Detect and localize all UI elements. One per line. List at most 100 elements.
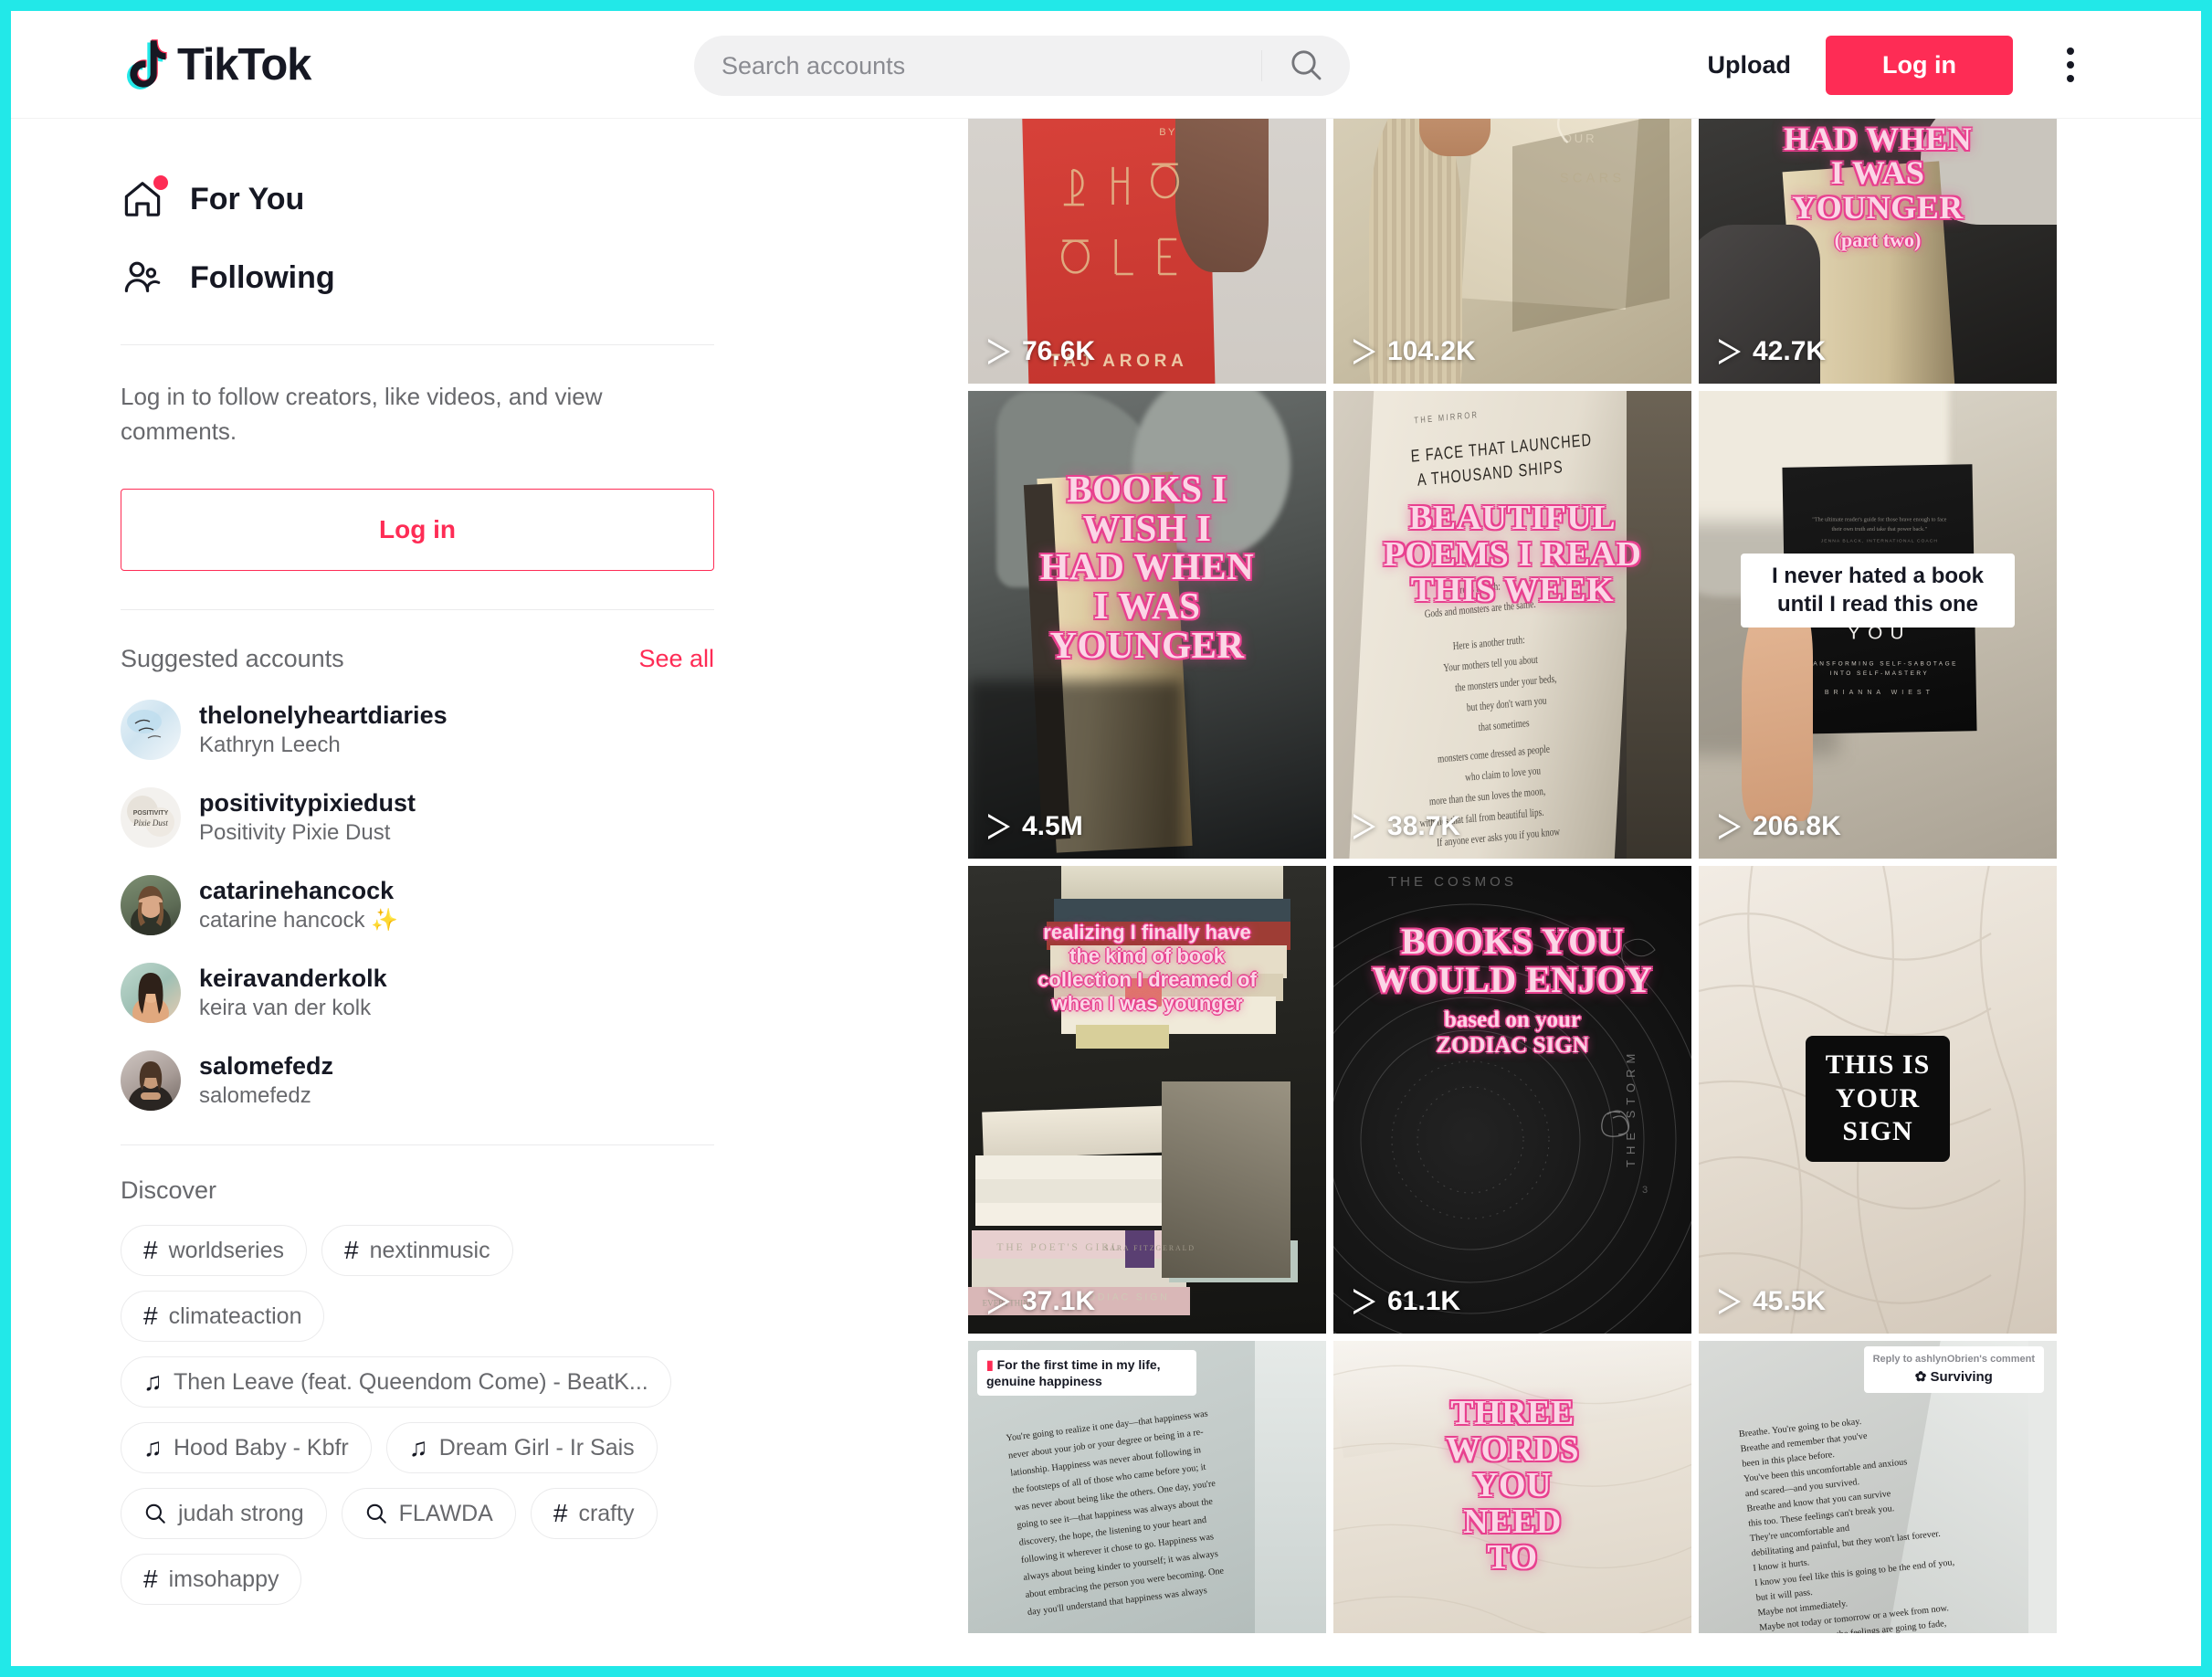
view-count: 45.5K xyxy=(1719,1286,1826,1317)
video-card[interactable]: THE COSMOS THE STORM 3 BOOKS YOU WOULD E… xyxy=(1333,866,1691,1334)
kebab-menu-icon[interactable] xyxy=(2040,35,2101,95)
video-thumbnail xyxy=(1333,1341,1691,1633)
avatar xyxy=(121,700,181,761)
sidebar-login-button[interactable]: Log in xyxy=(121,489,714,572)
header-login-button[interactable]: Log in xyxy=(1826,35,2013,95)
video-thumbnail: THE MIRROR E FACE THAT LAUNCHED A THOUSA… xyxy=(1333,391,1691,859)
chip-label: imsohappy xyxy=(168,1566,279,1592)
chip-hashtag[interactable]: # crafty xyxy=(530,1488,658,1540)
list-item[interactable]: POSITIVITY Pixie Dust positivitypixiedus… xyxy=(121,774,968,861)
chip-music[interactable]: ♫ Hood Baby - Kbfr xyxy=(121,1422,372,1474)
play-icon xyxy=(1354,339,1375,364)
video-thumbnail: "The ultimate reader's guide for those b… xyxy=(1699,391,2057,859)
view-count: 206.8K xyxy=(1719,811,1841,842)
account-username: keiravanderkolk xyxy=(199,965,387,993)
chip-hashtag[interactable]: # climateaction xyxy=(121,1291,325,1343)
video-card[interactable]: Breathe. You're going to be okay. Breath… xyxy=(1699,1341,2057,1633)
svg-text:monsters come dressed as peopl: monsters come dressed as people xyxy=(1438,743,1551,765)
avatar xyxy=(121,875,181,936)
video-card[interactable]: HAD WHEN I WAS YOUNGER (part two) 42.7K xyxy=(1699,119,2057,384)
suggested-accounts-header: Suggested accounts See all xyxy=(121,645,714,673)
svg-text:JENNA BLACK, INTERNATIONAL COA: JENNA BLACK, INTERNATIONAL COACH xyxy=(1821,538,1938,543)
video-card[interactable]: THE MIRROR E FACE THAT LAUNCHED A THOUSA… xyxy=(1333,391,1691,859)
video-thumbnail xyxy=(968,391,1326,859)
play-icon xyxy=(1354,1289,1375,1314)
sidebar-item-for-you[interactable]: For You xyxy=(121,160,968,238)
video-card[interactable]: THIS IS YOUR SIGN 45.5K xyxy=(1699,866,2057,1334)
view-count-label: 104.2K xyxy=(1387,336,1476,366)
chip-label: Dream Girl - Ir Sais xyxy=(438,1434,635,1461)
tiktok-wordmark: TikTok xyxy=(177,39,311,90)
chip-search[interactable]: judah strong xyxy=(121,1488,327,1540)
svg-text:THE COSMOS: THE COSMOS xyxy=(1388,874,1517,890)
view-count: 61.1K xyxy=(1354,1286,1460,1317)
video-card[interactable]: "The ultimate reader's guide for those b… xyxy=(1699,391,2057,859)
play-icon xyxy=(1719,339,1741,364)
chip-music[interactable]: ♫ Then Leave (feat. Queendom Come) - Bea… xyxy=(121,1356,671,1408)
video-thumbnail: Breathe. You're going to be okay. Breath… xyxy=(1699,1341,2057,1633)
play-icon xyxy=(988,339,1010,364)
chip-hashtag[interactable]: # imsohappy xyxy=(121,1554,302,1606)
account-display-name: keira van der kolk xyxy=(199,996,372,1021)
watermark-side: THE STORM xyxy=(1624,1049,1638,1167)
suggested-accounts-title: Suggested accounts xyxy=(121,645,344,673)
svg-text:I know it hurts.: I know it hurts. xyxy=(1753,1558,1810,1574)
view-count-label: 45.5K xyxy=(1753,1286,1827,1316)
list-item[interactable]: salomefedz salomefedz xyxy=(121,1037,968,1124)
svg-text:that sometimes: that sometimes xyxy=(1479,717,1530,734)
account-display-name: catarine hancock ✨ xyxy=(199,908,398,933)
svg-text:THE POET'S GIRL: THE POET'S GIRL xyxy=(996,1241,1120,1253)
chip-music[interactable]: ♫ Dream Girl - Ir Sais xyxy=(385,1422,658,1474)
view-count-label: 4.5M xyxy=(1022,811,1083,841)
chip-hashtag[interactable]: # worldseries xyxy=(121,1225,308,1277)
tiktok-note-icon xyxy=(121,37,172,92)
view-count-label: 38.7K xyxy=(1387,811,1461,841)
play-icon xyxy=(988,814,1010,839)
sidebar-item-following[interactable]: Following xyxy=(121,238,968,317)
video-card[interactable]: You're going to realize it one day—that … xyxy=(968,1341,1326,1633)
list-item[interactable]: catarinehancock catarine hancock ✨ xyxy=(121,861,968,949)
notification-badge xyxy=(153,175,168,190)
sidebar-divider-3 xyxy=(121,1144,714,1146)
app-frame: TikTok Upload Log in xyxy=(11,11,2201,1666)
see-all-link[interactable]: See all xyxy=(638,645,714,673)
list-item[interactable]: keiravanderkolk keira van der kolk xyxy=(121,949,968,1037)
avatar xyxy=(121,963,181,1024)
video-card[interactable]: THE POET'S GIRL SARA FITZGERALD ZODIAC S… xyxy=(968,866,1326,1334)
video-card[interactable]: BY TAJ ARORA 76.6K xyxy=(968,119,1326,384)
svg-text:POSITIVITY: POSITIVITY xyxy=(133,810,169,817)
svg-text:INTO SELF-MASTERY: INTO SELF-MASTERY xyxy=(1830,670,1930,677)
chip-label: judah strong xyxy=(178,1500,304,1526)
svg-text:Your mothers tell you about: Your mothers tell you about xyxy=(1443,653,1538,674)
chip-search[interactable]: FLAWDA xyxy=(341,1488,516,1540)
list-item[interactable]: thelonelyheartdiaries Kathryn Leech xyxy=(121,686,968,774)
view-count: 104.2K xyxy=(1354,336,1476,367)
video-card[interactable]: THREE WORDS YOU NEED TO xyxy=(1333,1341,1691,1633)
svg-text:3: 3 xyxy=(1642,1185,1648,1196)
discover-title: Discover xyxy=(121,1176,217,1205)
video-card[interactable]: IN OUR SCARS 104.2K xyxy=(1333,119,1691,384)
hashtag-icon: # xyxy=(143,1302,158,1331)
account-username: positivitypixiedust xyxy=(199,789,416,817)
view-count: 4.5M xyxy=(988,811,1083,842)
view-count: 76.6K xyxy=(988,336,1095,367)
account-display-name: Kathryn Leech xyxy=(199,733,341,758)
view-count: 38.7K xyxy=(1354,811,1460,842)
chip-hashtag[interactable]: # nextinmusic xyxy=(321,1225,513,1277)
tiktok-logo[interactable]: TikTok xyxy=(121,37,311,92)
app-body: For You Following Log in to follow creat… xyxy=(11,119,2201,1665)
search-icon xyxy=(1288,47,1324,86)
upload-button[interactable]: Upload xyxy=(1682,51,1817,79)
view-count-label: 76.6K xyxy=(1022,336,1096,366)
search-input[interactable] xyxy=(694,51,1261,80)
play-icon xyxy=(988,1289,1010,1314)
chip-label: Hood Baby - Kbfr xyxy=(174,1434,349,1461)
login-prompt-text: Log in to follow creators, like videos, … xyxy=(121,383,603,445)
video-card[interactable]: BOOKS I WISH I HAD WHEN I WAS YOUNGER 4.… xyxy=(968,391,1326,859)
chip-label: climateaction xyxy=(168,1303,302,1329)
suggested-accounts-list: thelonelyheartdiaries Kathryn Leech POSI… xyxy=(121,686,968,1124)
search-button[interactable] xyxy=(1262,36,1350,96)
search-bar[interactable] xyxy=(694,36,1350,96)
svg-text:SARA FITZGERALD: SARA FITZGERALD xyxy=(1104,1244,1196,1252)
view-count: 42.7K xyxy=(1719,336,1826,367)
